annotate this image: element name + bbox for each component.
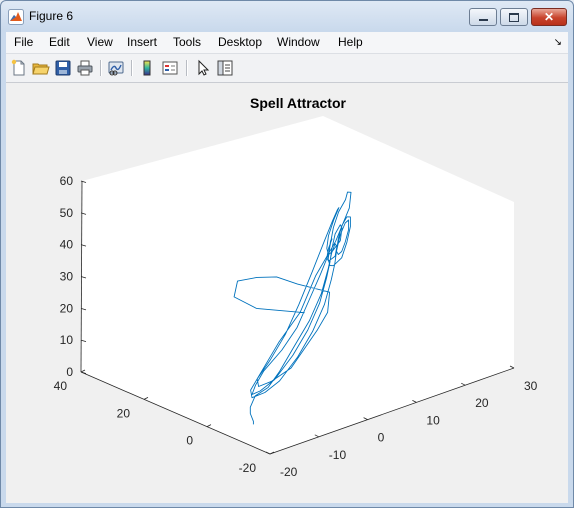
menu-file[interactable]: File [14, 35, 33, 49]
legend-icon[interactable] [161, 59, 179, 77]
save-icon[interactable] [54, 59, 72, 77]
property-inspector-icon[interactable] [216, 59, 234, 77]
z-tick-label: 30 [60, 270, 74, 284]
y-tick-label: 0 [186, 434, 193, 448]
toolbar-separator [186, 60, 188, 76]
print-icon[interactable] [76, 59, 94, 77]
minimize-button[interactable] [469, 8, 497, 26]
x-tick-label: -20 [280, 465, 298, 479]
matlab-logo-icon [8, 9, 24, 25]
figure-canvas: Spell Attractor 0 10 20 30 40 50 60 -20 0 20 40 -… [6, 83, 568, 503]
menu-help[interactable]: Help [338, 35, 363, 49]
y-tick-label: 20 [117, 406, 131, 420]
title-bar[interactable]: Figure 6 ✕ [1, 1, 573, 31]
x-tick-label: -10 [329, 448, 347, 462]
x-tick-label: 10 [426, 413, 440, 427]
open-file-icon[interactable] [32, 59, 50, 77]
y-tick-label: -20 [239, 461, 257, 475]
z-tick-label: 0 [66, 365, 73, 379]
toolbar [6, 54, 568, 83]
axes-box [81, 116, 514, 454]
toolbar-separator [131, 60, 133, 76]
menu-insert[interactable]: Insert [127, 35, 157, 49]
z-tick-label: 20 [60, 301, 74, 315]
link-plot-icon[interactable] [107, 59, 125, 77]
z-tick-label: 50 [60, 206, 74, 220]
new-figure-icon[interactable] [10, 59, 28, 77]
z-tick-label: 10 [60, 333, 74, 347]
menu-window[interactable]: Window [277, 35, 320, 49]
x-tick-label: 20 [475, 396, 489, 410]
colorbar-icon[interactable] [138, 59, 156, 77]
maximize-button[interactable] [500, 8, 528, 26]
y-tick-label: 40 [54, 379, 68, 393]
close-button[interactable]: ✕ [531, 8, 567, 26]
menu-tools[interactable]: Tools [173, 35, 201, 49]
z-tick-label: 60 [60, 174, 74, 188]
figure-window: Figure 6 ✕ File Edit View Insert Tools D… [0, 0, 574, 508]
x-tick-label: 0 [378, 431, 385, 445]
menu-edit[interactable]: Edit [49, 35, 70, 49]
maximize-icon [509, 12, 519, 22]
minimize-icon [478, 19, 488, 21]
plot-title: Spell Attractor [250, 95, 346, 111]
dock-arrow-icon[interactable]: ↘ [554, 37, 562, 48]
window-title: Figure 6 [29, 9, 74, 23]
menu-bar: File Edit View Insert Tools Desktop Wind… [6, 32, 568, 54]
plot-3d-axes[interactable]: Spell Attractor 0 10 20 30 40 50 60 -20 0 20 40 -… [6, 83, 568, 503]
toolbar-separator [100, 60, 102, 76]
edit-plot-arrow-icon[interactable] [194, 59, 212, 77]
z-tick-label: 40 [60, 238, 74, 252]
menu-view[interactable]: View [87, 35, 113, 49]
menu-desktop[interactable]: Desktop [218, 35, 262, 49]
x-tick-label: 30 [524, 379, 538, 393]
close-icon: ✕ [543, 10, 555, 24]
